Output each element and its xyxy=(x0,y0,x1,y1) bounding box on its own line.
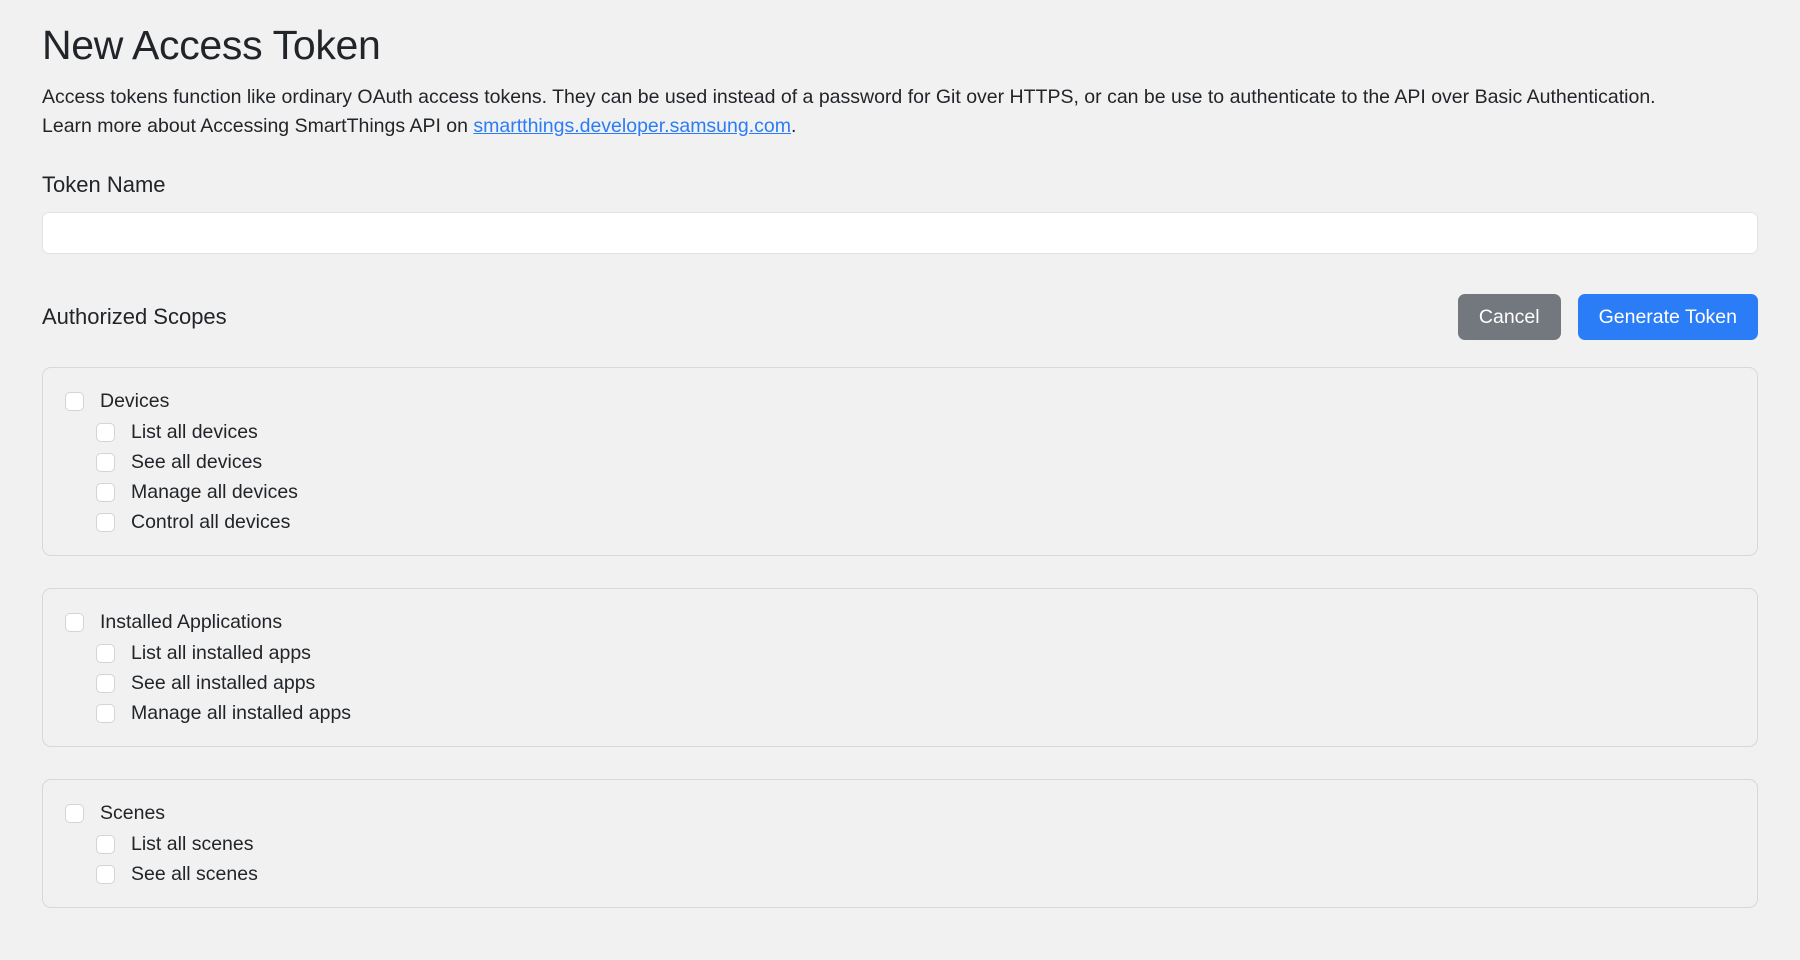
checkbox-unchecked-icon[interactable] xyxy=(65,392,84,412)
scope-item-row[interactable]: Manage all devices xyxy=(43,477,1757,507)
scope-item-label: List all installed apps xyxy=(131,641,311,664)
checkbox-unchecked-icon[interactable] xyxy=(96,512,115,532)
scope-item-row[interactable]: See all installed apps xyxy=(43,668,1757,698)
scope-group-label: Installed Applications xyxy=(100,611,283,634)
scope-card: Scenes List all scenes See all scenes xyxy=(42,779,1758,909)
checkbox-unchecked-icon[interactable] xyxy=(96,864,115,884)
scope-item-row[interactable]: See all devices xyxy=(43,447,1757,477)
scope-group-row[interactable]: Scenes xyxy=(43,798,1757,829)
scope-item-row[interactable]: List all scenes xyxy=(43,829,1757,859)
scope-group-label: Devices xyxy=(100,390,170,413)
scope-item-row[interactable]: See all scenes xyxy=(43,859,1757,889)
page-title: New Access Token xyxy=(42,22,381,68)
cancel-button[interactable]: Cancel xyxy=(1457,294,1561,341)
scope-item-label: List all scenes xyxy=(131,832,254,855)
checkbox-unchecked-icon[interactable] xyxy=(96,482,115,502)
description-text-before-link: Access tokens function like ordinary OAu… xyxy=(42,86,1656,137)
token-name-input[interactable] xyxy=(42,212,1758,255)
scope-item-label: See all installed apps xyxy=(131,671,316,694)
scope-card: Installed Applications List all installed… xyxy=(42,588,1758,748)
description-text-after-link: . xyxy=(790,114,797,137)
scope-item-label: List all devices xyxy=(131,420,258,443)
smartthings-developer-link[interactable]: smartthings.developer.samsung.com xyxy=(473,115,791,137)
authorized-scopes-label: Authorized Scopes xyxy=(42,304,227,330)
scope-cards: Devices List all devices See all devices Ma… xyxy=(42,367,1758,909)
authorized-scopes-header: Authorized Scopes Cancel Generate Token xyxy=(42,294,1758,341)
token-name-block: Token Name xyxy=(42,172,1758,255)
checkbox-unchecked-icon[interactable] xyxy=(96,834,115,854)
checkbox-unchecked-icon[interactable] xyxy=(96,673,115,693)
new-access-token-page: New Access Token Access tokens function … xyxy=(0,0,1800,960)
page-description: Access tokens function like ordinary OAu… xyxy=(42,83,1702,140)
scope-item-label: Manage all installed apps xyxy=(131,701,352,724)
scope-item-label: See all scenes xyxy=(131,862,258,885)
scope-group-row[interactable]: Installed Applications xyxy=(43,607,1757,638)
checkbox-unchecked-icon[interactable] xyxy=(65,804,84,824)
scope-card: Devices List all devices See all devices Ma… xyxy=(42,367,1758,557)
checkbox-unchecked-icon[interactable] xyxy=(65,613,84,633)
scope-group-row[interactable]: Devices xyxy=(43,386,1757,417)
scope-group-label: Scenes xyxy=(100,802,166,825)
checkbox-unchecked-icon[interactable] xyxy=(96,452,115,472)
scopes-actions: Cancel Generate Token xyxy=(1457,294,1758,341)
checkbox-unchecked-icon[interactable] xyxy=(96,422,115,442)
scope-item-label: Control all devices xyxy=(131,510,291,533)
checkbox-unchecked-icon[interactable] xyxy=(96,643,115,663)
scope-item-label: See all devices xyxy=(131,450,263,473)
scope-item-row[interactable]: Control all devices xyxy=(43,507,1757,537)
token-name-label: Token Name xyxy=(42,172,166,198)
checkbox-unchecked-icon[interactable] xyxy=(96,703,115,723)
scope-item-row[interactable]: Manage all installed apps xyxy=(43,698,1757,728)
scope-item-row[interactable]: List all devices xyxy=(43,417,1757,447)
generate-token-button[interactable]: Generate Token xyxy=(1577,294,1758,341)
scope-item-row[interactable]: List all installed apps xyxy=(43,638,1757,668)
scope-item-label: Manage all devices xyxy=(131,480,298,503)
